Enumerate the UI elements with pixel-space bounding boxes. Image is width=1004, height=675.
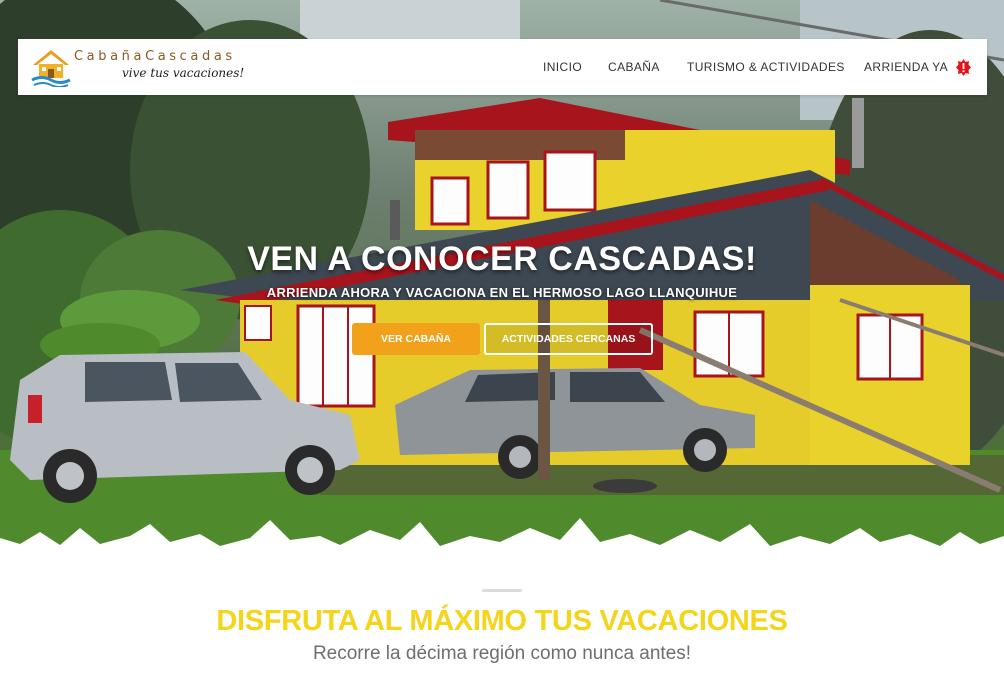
section-subtitle: Recorre la décima región como nunca ante… <box>312 643 692 664</box>
nav-item-turismo-actividades[interactable]: TURISMO & ACTIVIDADES <box>687 39 845 95</box>
section-title: DISFRUTA AL MÁXIMO TUS VACACIONES <box>216 605 788 637</box>
brand-logo[interactable]: CabañaCascadas vive tus vacaciones! <box>30 45 280 89</box>
hero-subtitle: ARRIENDA AHORA Y VACACIONA EN EL HERMOSO… <box>266 285 738 300</box>
actividades-cercanas-button[interactable]: ACTIVIDADES CERCANAS <box>484 323 653 355</box>
brand-tagline: vive tus vacaciones! <box>122 66 245 80</box>
section-divider <box>482 589 522 592</box>
cabin-logo-icon <box>31 50 71 87</box>
nav-item-arrienda-ya[interactable]: ARRIENDA YA <box>864 39 948 95</box>
hero-title: VEN A CONOCER CASCADAS! <box>247 240 757 278</box>
nav-item-inicio[interactable]: INICIO <box>543 39 582 95</box>
exclamation-icon[interactable] <box>956 59 971 76</box>
navbar: CabañaCascadas vive tus vacaciones! INIC… <box>18 39 987 95</box>
brand-name: CabañaCascadas <box>74 49 236 64</box>
nav-item-cabana[interactable]: CABAÑA <box>608 39 660 95</box>
ver-cabana-button[interactable]: VER CABAÑA <box>352 323 480 355</box>
